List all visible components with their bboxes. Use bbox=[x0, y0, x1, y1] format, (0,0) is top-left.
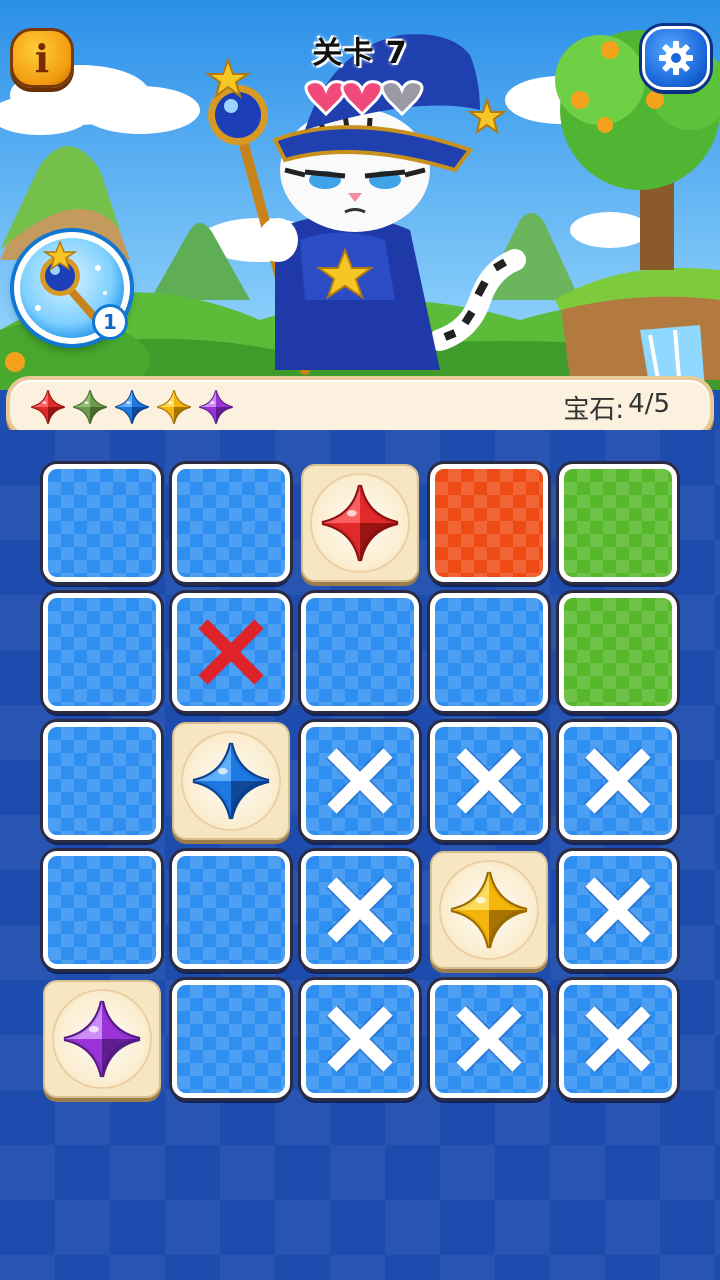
tile-r3-c1[interactable] bbox=[43, 722, 161, 840]
revealed-cell-r1-c3[interactable] bbox=[301, 464, 419, 582]
gear-icon bbox=[659, 41, 693, 75]
red-x-icon bbox=[198, 619, 264, 685]
white-x-icon bbox=[454, 746, 524, 816]
white-x-icon bbox=[325, 746, 395, 816]
magic-wand-powerup[interactable]: 1 bbox=[14, 232, 130, 344]
white-x-icon bbox=[325, 1004, 395, 1074]
marked-cell-r5-c4[interactable] bbox=[430, 980, 548, 1098]
marked-cell-r3-c5[interactable] bbox=[559, 722, 677, 840]
tile-r1-c5[interactable] bbox=[559, 464, 677, 582]
gem-purple-icon bbox=[63, 1000, 141, 1078]
gem-green-icon bbox=[73, 390, 107, 424]
tile-r2-c4[interactable] bbox=[430, 593, 548, 711]
gem-red-icon bbox=[321, 484, 399, 562]
gem-yellow-icon bbox=[157, 390, 191, 424]
gem-counter-value: 4/5 bbox=[628, 388, 670, 419]
tile-r2-c3[interactable] bbox=[301, 593, 419, 711]
white-x-icon bbox=[583, 746, 653, 816]
gem-purple-icon bbox=[199, 390, 233, 424]
gem-counter-label: 宝石: bbox=[563, 394, 625, 425]
tile-r1-c1[interactable] bbox=[43, 464, 161, 582]
tile-r2-c5[interactable] bbox=[559, 593, 677, 711]
wrong-cell-r2-c2[interactable] bbox=[172, 593, 290, 711]
white-x-icon bbox=[583, 875, 653, 945]
gem-blue-icon bbox=[192, 742, 270, 820]
tile-r5-c2[interactable] bbox=[172, 980, 290, 1098]
marked-cell-r5-c5[interactable] bbox=[559, 980, 677, 1098]
revealed-cell-r3-c2[interactable] bbox=[172, 722, 290, 840]
marked-cell-r3-c4[interactable] bbox=[430, 722, 548, 840]
level-title: 关卡 7 bbox=[312, 36, 408, 71]
tile-r1-c2[interactable] bbox=[172, 464, 290, 582]
info-icon: i bbox=[34, 35, 50, 81]
marked-cell-r4-c3[interactable] bbox=[301, 851, 419, 969]
revealed-cell-r5-c1[interactable] bbox=[43, 980, 161, 1098]
white-x-icon bbox=[325, 875, 395, 945]
white-x-icon bbox=[454, 1004, 524, 1074]
revealed-cell-r4-c4[interactable] bbox=[430, 851, 548, 969]
tile-r1-c4[interactable] bbox=[430, 464, 548, 582]
info-button[interactable]: i bbox=[10, 28, 74, 88]
marked-cell-r3-c3[interactable] bbox=[301, 722, 419, 840]
marked-cell-r4-c5[interactable] bbox=[559, 851, 677, 969]
marked-cell-r5-c3[interactable] bbox=[301, 980, 419, 1098]
game-board bbox=[43, 464, 677, 1098]
tile-r4-c1[interactable] bbox=[43, 851, 161, 969]
gem-yellow-icon bbox=[450, 871, 528, 949]
gem-collection bbox=[30, 389, 234, 425]
settings-button[interactable] bbox=[642, 26, 710, 90]
tile-r4-c2[interactable] bbox=[172, 851, 290, 969]
tile-r2-c1[interactable] bbox=[43, 593, 161, 711]
gem-red-icon bbox=[31, 390, 65, 424]
gem-blue-icon bbox=[115, 390, 149, 424]
gem-counter: 宝石: 4/5 bbox=[563, 389, 670, 426]
scene-background: 关卡 7 i 1 bbox=[0, 0, 720, 390]
gem-status-bar: 宝石: 4/5 bbox=[6, 376, 714, 438]
powerup-count: 1 bbox=[92, 304, 128, 340]
white-x-icon bbox=[583, 1004, 653, 1074]
